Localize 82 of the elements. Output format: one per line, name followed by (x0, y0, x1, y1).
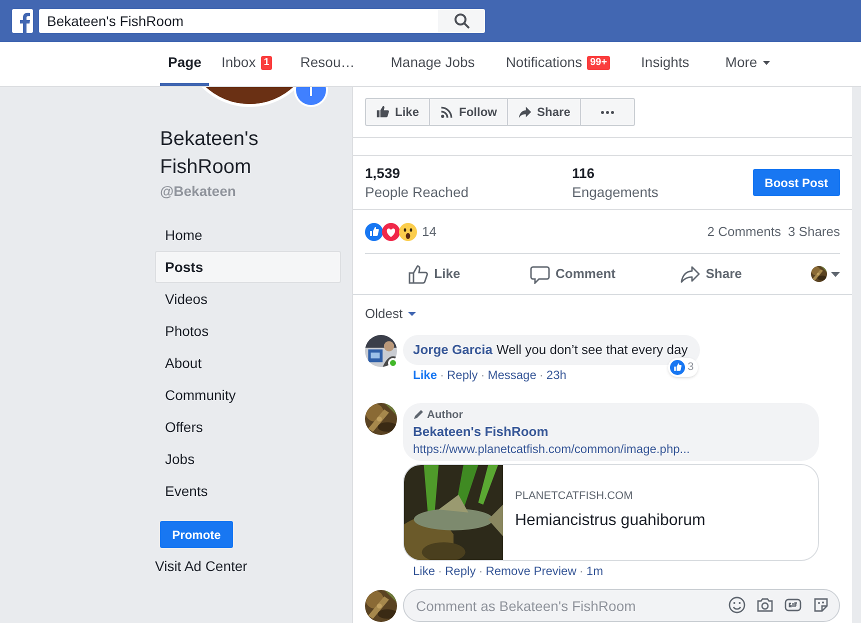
separator-dot: · (478, 563, 484, 579)
nav-tab[interactable]: Page (160, 42, 210, 86)
nav-tab[interactable]: Manage Jobs (382, 42, 483, 86)
comment-link[interactable]: https://www.planetcatfish.com/common/image.php... (413, 441, 690, 457)
preview-site: PLANETCATFISH.COM (515, 489, 634, 504)
sidebar-item[interactable]: Posts (155, 251, 341, 283)
separator-dot: · (439, 366, 446, 382)
caret-icon (408, 312, 416, 316)
separator-dot: · (578, 563, 584, 579)
rss-icon (440, 105, 454, 119)
sidebar-item[interactable]: Community (155, 379, 341, 411)
share-arrow-icon (518, 105, 532, 119)
camera-icon[interactable] (756, 596, 774, 614)
comment-action-link[interactable]: Like (413, 563, 436, 579)
nav-tab[interactable]: More (717, 42, 778, 86)
search-icon (454, 13, 470, 29)
sidebar-item[interactable]: About (155, 347, 341, 379)
facebook-logo-icon[interactable] (12, 9, 33, 33)
like-reaction-icon (365, 222, 383, 240)
comment-author[interactable]: Bekateen's FishRoom (413, 423, 548, 441)
preview-title: Hemiancistrus guahiborum (515, 510, 706, 531)
link-preview-card[interactable]: PLANETCATFISH.COM Hemiancistrus guahiborum (403, 464, 819, 561)
reaction-count[interactable]: 14 (422, 222, 436, 242)
comment-action-link[interactable]: Message (488, 366, 536, 382)
comment-action-link[interactable]: Like (413, 366, 438, 382)
search-button[interactable] (438, 9, 485, 33)
promote-button[interactable]: Promote (160, 521, 233, 548)
stat-label: Engagements (572, 182, 660, 202)
sidebar-item[interactable]: Offers (155, 411, 341, 443)
pencil-icon (413, 409, 424, 420)
count-link[interactable]: 3 Shares (788, 222, 840, 242)
sidebar-item[interactable]: Home (155, 219, 341, 251)
sticker-icon[interactable] (812, 596, 830, 614)
page-action-button[interactable]: Like (365, 98, 430, 126)
heart-reaction-icon (382, 222, 400, 240)
sidebar-item[interactable]: Videos (155, 283, 341, 315)
gif-icon[interactable] (784, 596, 802, 614)
nav-tab[interactable]: Resou… (292, 42, 363, 86)
nav-tab[interactable]: Notifications 99+ (498, 42, 618, 86)
separator-dot: · (437, 563, 444, 579)
count-link[interactable]: 2 Comments (707, 222, 781, 242)
nav-tab[interactable]: Insights (633, 42, 698, 86)
separator-dot: · (538, 366, 544, 382)
page-handle: @Bekateen (159, 182, 237, 201)
separator-dot: · (480, 366, 486, 382)
emoji-icon[interactable] (728, 596, 746, 614)
surprised-face-icon (399, 222, 417, 240)
comment-author[interactable]: Jorge Garcia (413, 342, 492, 358)
more-icon (601, 110, 614, 114)
comment-action-link[interactable]: Reply (447, 366, 478, 382)
post-action-button[interactable]: Like (365, 258, 504, 290)
sidebar-item[interactable]: Photos (155, 315, 341, 347)
ad-center-link[interactable]: Visit Ad Center (155, 556, 248, 577)
speech-bubble-icon (530, 264, 550, 284)
share-arrow-icon (680, 264, 700, 284)
sidebar-item[interactable]: Events (155, 475, 341, 507)
comment-time: 1m (586, 563, 604, 579)
reaction-badge-count: 3 (688, 360, 695, 375)
page-name: Bekateen's FishRoom (159, 127, 260, 180)
page-action-button[interactable]: Follow (429, 98, 508, 126)
boost-post-button[interactable]: Boost Post (752, 169, 840, 196)
sort-dropdown[interactable]: Oldest (365, 304, 416, 324)
stat-value: 1,539 (365, 164, 402, 182)
comment-action-link[interactable]: Remove Preview (486, 563, 576, 579)
stat-label: People Reached (365, 182, 470, 202)
post-action-button[interactable]: Share (642, 258, 780, 290)
nav-tab[interactable]: Inbox 1 (213, 42, 280, 86)
post-action-button[interactable]: Comment (503, 258, 642, 290)
caret-icon (830, 272, 840, 276)
count-badge: 1 (260, 56, 272, 70)
stat-value: 116 (572, 164, 596, 182)
sidebar-item[interactable]: Jobs (155, 443, 341, 475)
comment-field[interactable]: Comment as Bekateen's FishRoom (403, 589, 840, 622)
search-field[interactable]: Bekateen's FishRoom (39, 9, 438, 33)
comment-text: Well you don’t see that every day (496, 342, 688, 358)
author-label: Author (427, 408, 464, 422)
count-badge: 99+ (587, 56, 610, 70)
comment-action-link[interactable]: Reply (445, 563, 476, 579)
comment-time: 23h (546, 366, 566, 382)
thumbs-up-icon (376, 105, 390, 119)
page-action-button[interactable]: Share (507, 98, 582, 126)
thumbs-up-icon (408, 264, 428, 284)
